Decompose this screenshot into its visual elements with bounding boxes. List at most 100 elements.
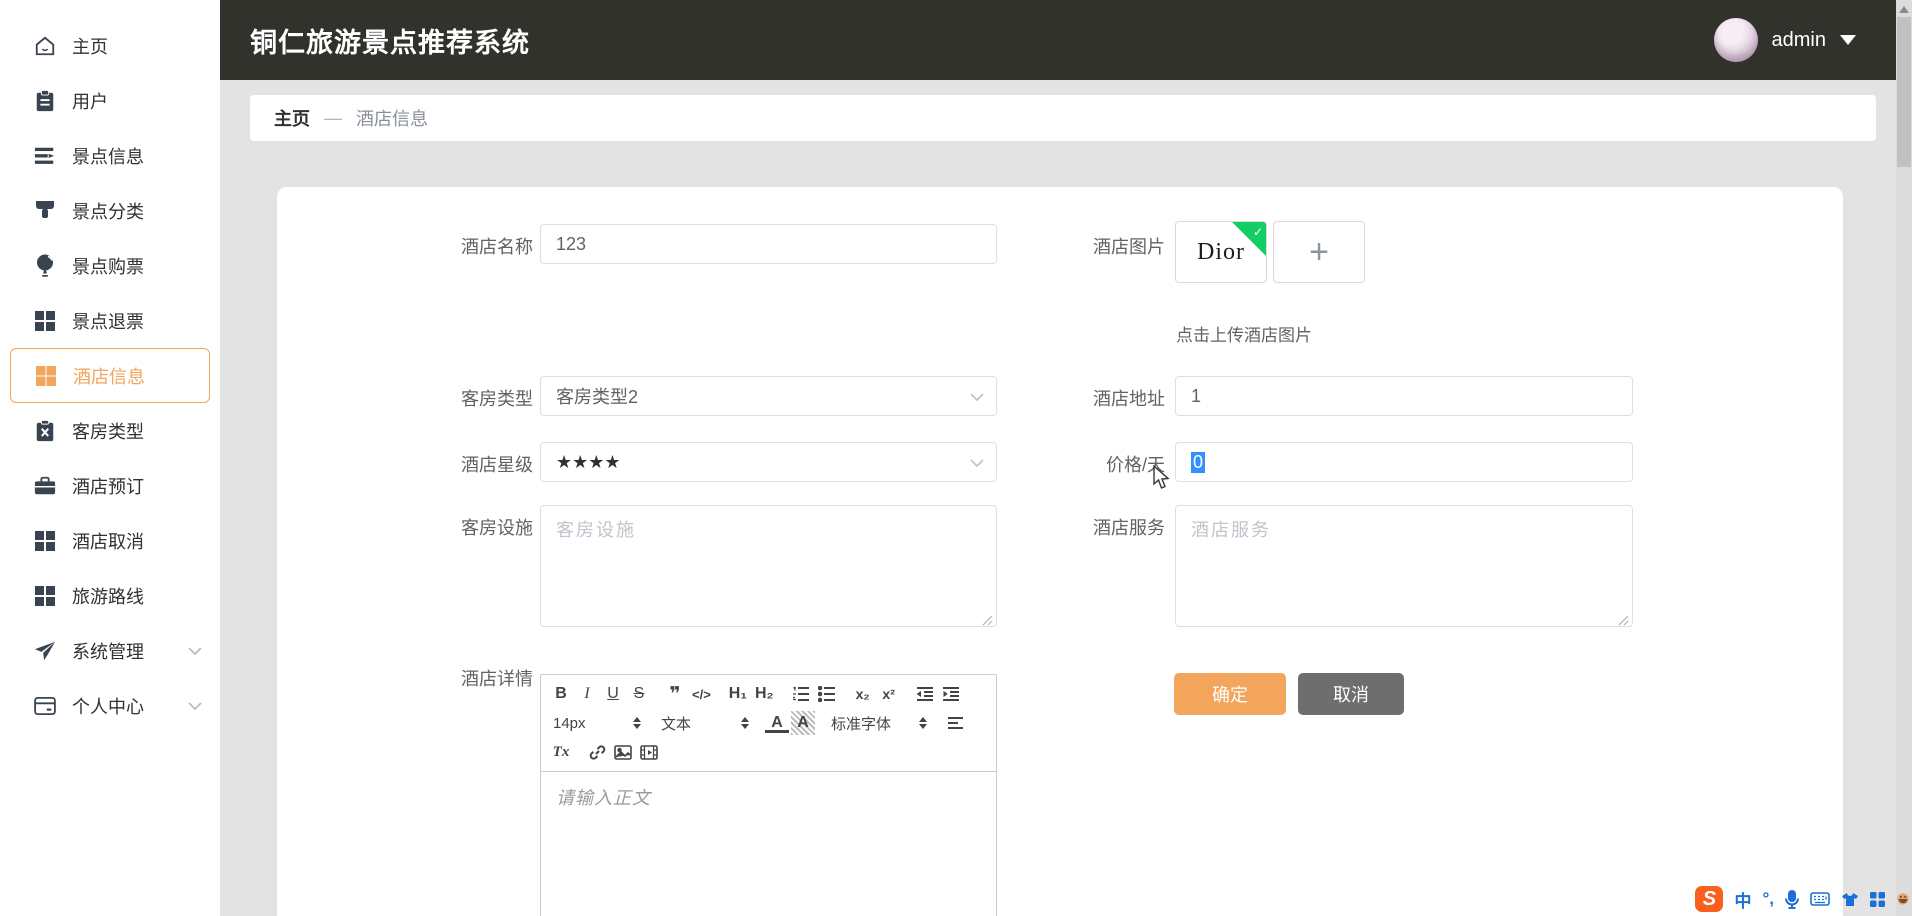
sidebar-item-label: 客房类型: [72, 418, 144, 444]
editor-content-area[interactable]: 请输入正文: [541, 772, 996, 916]
grid-icon: [34, 530, 56, 552]
underline-button[interactable]: U: [601, 682, 625, 706]
balloon-icon: [34, 255, 56, 277]
indent-button[interactable]: [939, 682, 963, 706]
bullet-list-button[interactable]: [815, 682, 839, 706]
ime-language-toggle[interactable]: 中: [1734, 887, 1751, 912]
code-block-button[interactable]: </>: [689, 682, 714, 706]
hotel-star-label: 酒店星级: [363, 451, 533, 477]
insert-video-button[interactable]: [637, 740, 661, 764]
hotel-address-label: 酒店地址: [995, 385, 1165, 411]
plus-icon: +: [1309, 233, 1329, 272]
upload-hint-text: 点击上传酒店图片: [1176, 321, 1312, 346]
sogou-logo-icon[interactable]: S: [1695, 886, 1723, 912]
sidebar-item-users[interactable]: 用户: [0, 73, 220, 128]
cancel-button[interactable]: 取消: [1298, 673, 1404, 715]
price-per-day-input[interactable]: 0: [1175, 442, 1633, 482]
sidebar-item-home[interactable]: 主页: [0, 18, 220, 73]
sidebar-item-hotel-info[interactable]: 酒店信息: [10, 348, 210, 403]
bold-button[interactable]: B: [549, 682, 573, 706]
top-header: 铜仁旅游景点推荐系统 admin: [220, 0, 1896, 80]
text-style-value: 文本: [661, 713, 691, 734]
sidebar-item-attraction-info[interactable]: 景点信息: [0, 128, 220, 183]
subscript-button[interactable]: x₂: [851, 682, 875, 706]
background-color-button[interactable]: A: [791, 711, 815, 735]
text-color-button[interactable]: A: [765, 711, 789, 735]
selected-text: 0: [1191, 452, 1205, 473]
sidebar-item-label: 系统管理: [72, 638, 144, 664]
align-button[interactable]: [943, 711, 967, 735]
sidebar-item-personal-center[interactable]: 个人中心: [0, 678, 220, 733]
blockquote-button[interactable]: ❞: [663, 682, 687, 706]
outdent-button[interactable]: [913, 682, 937, 706]
sidebar-item-label: 旅游路线: [72, 583, 144, 609]
vertical-scrollbar[interactable]: [1896, 0, 1912, 916]
italic-button[interactable]: I: [575, 682, 599, 706]
wallet-icon: [34, 695, 56, 717]
confirm-button[interactable]: 确定: [1174, 673, 1286, 715]
sidebar-item-room-type[interactable]: 客房类型: [0, 403, 220, 458]
hotel-address-input[interactable]: [1175, 376, 1633, 416]
toolbox-grid-icon[interactable]: [1870, 892, 1885, 907]
sidebar-item-ticket-refund[interactable]: 景点退票: [0, 293, 220, 348]
scrollbar-thumb[interactable]: [1897, 17, 1911, 167]
room-facilities-textarea[interactable]: [540, 505, 997, 627]
sidebar-item-hotel-cancel[interactable]: 酒店取消: [0, 513, 220, 568]
ime-more-icon[interactable]: [1896, 890, 1910, 908]
insert-image-button[interactable]: [611, 740, 635, 764]
upload-image-button[interactable]: +: [1273, 221, 1365, 283]
list-icon: [34, 145, 56, 167]
hotel-service-textarea[interactable]: [1175, 505, 1633, 627]
font-family-picker[interactable]: 标准字体: [827, 711, 931, 735]
superscript-button[interactable]: x²: [877, 682, 901, 706]
ime-punctuation-toggle[interactable]: °,: [1762, 889, 1774, 909]
font-family-value: 标准字体: [831, 713, 891, 734]
hotel-star-select[interactable]: ★★★★: [540, 442, 997, 482]
link-button[interactable]: [585, 740, 609, 764]
sidebar-item-label: 景点分类: [72, 198, 144, 224]
briefcase-icon: [34, 475, 56, 497]
breadcrumb-home-link[interactable]: 主页: [274, 105, 310, 131]
clear-format-button[interactable]: Tx: [549, 740, 573, 764]
sidebar-item-system-management[interactable]: 系统管理: [0, 623, 220, 678]
grid-icon: [34, 310, 56, 332]
stepper-arrows-icon: [633, 717, 641, 729]
strikethrough-button[interactable]: S: [627, 682, 651, 706]
breadcrumb-separator: —: [324, 108, 342, 129]
home-icon: [34, 35, 56, 57]
sidebar-item-travel-route[interactable]: 旅游路线: [0, 568, 220, 623]
hotel-name-input[interactable]: [540, 224, 997, 264]
scroll-up-arrow-icon[interactable]: [1896, 2, 1912, 16]
keyboard-icon[interactable]: [1810, 892, 1830, 906]
avatar[interactable]: [1714, 18, 1758, 62]
sidebar-item-label: 酒店取消: [72, 528, 144, 554]
hotel-image-thumbnail[interactable]: Dior ✓: [1175, 221, 1267, 283]
font-size-picker[interactable]: 14px: [549, 711, 645, 735]
room-type-label: 客房类型: [363, 385, 533, 411]
sidebar-item-label: 主页: [72, 33, 108, 59]
paper-plane-icon: [34, 640, 56, 662]
skin-icon[interactable]: [1841, 892, 1859, 907]
chevron-down-icon: [970, 452, 984, 473]
sidebar-item-hotel-booking[interactable]: 酒店预订: [0, 458, 220, 513]
clipboard-icon: [34, 90, 56, 112]
ordered-list-button[interactable]: [789, 682, 813, 706]
sidebar-item-label: 个人中心: [72, 693, 144, 719]
sidebar-item-attraction-category[interactable]: 景点分类: [0, 183, 220, 238]
heading1-button[interactable]: H₁: [726, 682, 750, 706]
sidebar-item-ticket-purchase[interactable]: 景点购票: [0, 238, 220, 293]
user-menu[interactable]: admin: [1714, 18, 1856, 62]
user-dropdown-caret-icon: [1840, 35, 1856, 45]
rich-text-editor: B I U S ❞ </> H₁ H₂: [540, 674, 997, 916]
filter-icon: [34, 200, 56, 222]
room-type-select[interactable]: 客房类型2: [540, 376, 997, 416]
microphone-icon[interactable]: [1785, 890, 1799, 909]
stepper-arrows-icon: [919, 717, 927, 729]
heading2-button[interactable]: H₂: [752, 682, 777, 706]
sidebar-item-label: 景点退票: [72, 308, 144, 334]
text-style-picker[interactable]: 文本: [657, 711, 753, 735]
chevron-down-icon: [188, 646, 202, 655]
breadcrumb-current: 酒店信息: [356, 105, 428, 131]
hotel-service-label: 酒店服务: [995, 514, 1165, 540]
breadcrumb: 主页 — 酒店信息: [250, 95, 1876, 141]
